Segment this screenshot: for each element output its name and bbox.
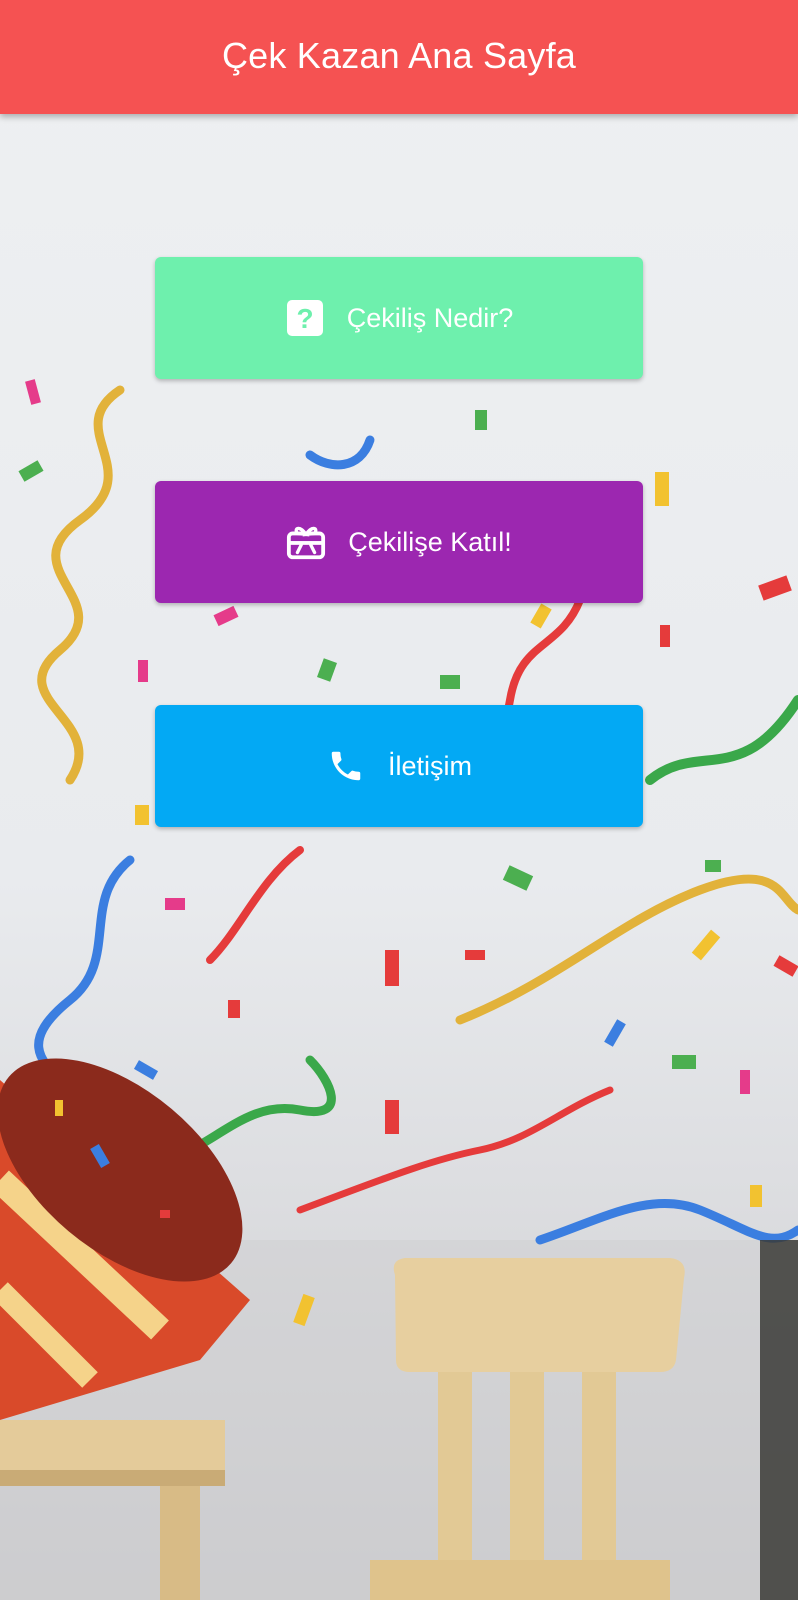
- contact-button[interactable]: İletişim: [155, 705, 643, 827]
- home-screen: Çek Kazan Ana Sayfa ? Çekiliş Nedir? Çek…: [0, 0, 798, 1600]
- join-raffle-label: Çekilişe Katıl!: [348, 526, 512, 557]
- what-is-raffle-label: Çekiliş Nedir?: [346, 302, 514, 333]
- join-raffle-button[interactable]: Çekilişe Katıl!: [155, 481, 643, 603]
- phone-icon: [326, 746, 366, 786]
- what-is-raffle-button[interactable]: ? Çekiliş Nedir?: [155, 257, 643, 379]
- page-title: Çek Kazan Ana Sayfa: [221, 35, 577, 76]
- contact-label: İletişim: [387, 750, 472, 781]
- svg-text:?: ?: [296, 303, 313, 334]
- question-square-icon: ?: [285, 298, 325, 338]
- app-bar: Çek Kazan Ana Sayfa: [0, 0, 798, 114]
- gift-card-icon: [286, 522, 326, 562]
